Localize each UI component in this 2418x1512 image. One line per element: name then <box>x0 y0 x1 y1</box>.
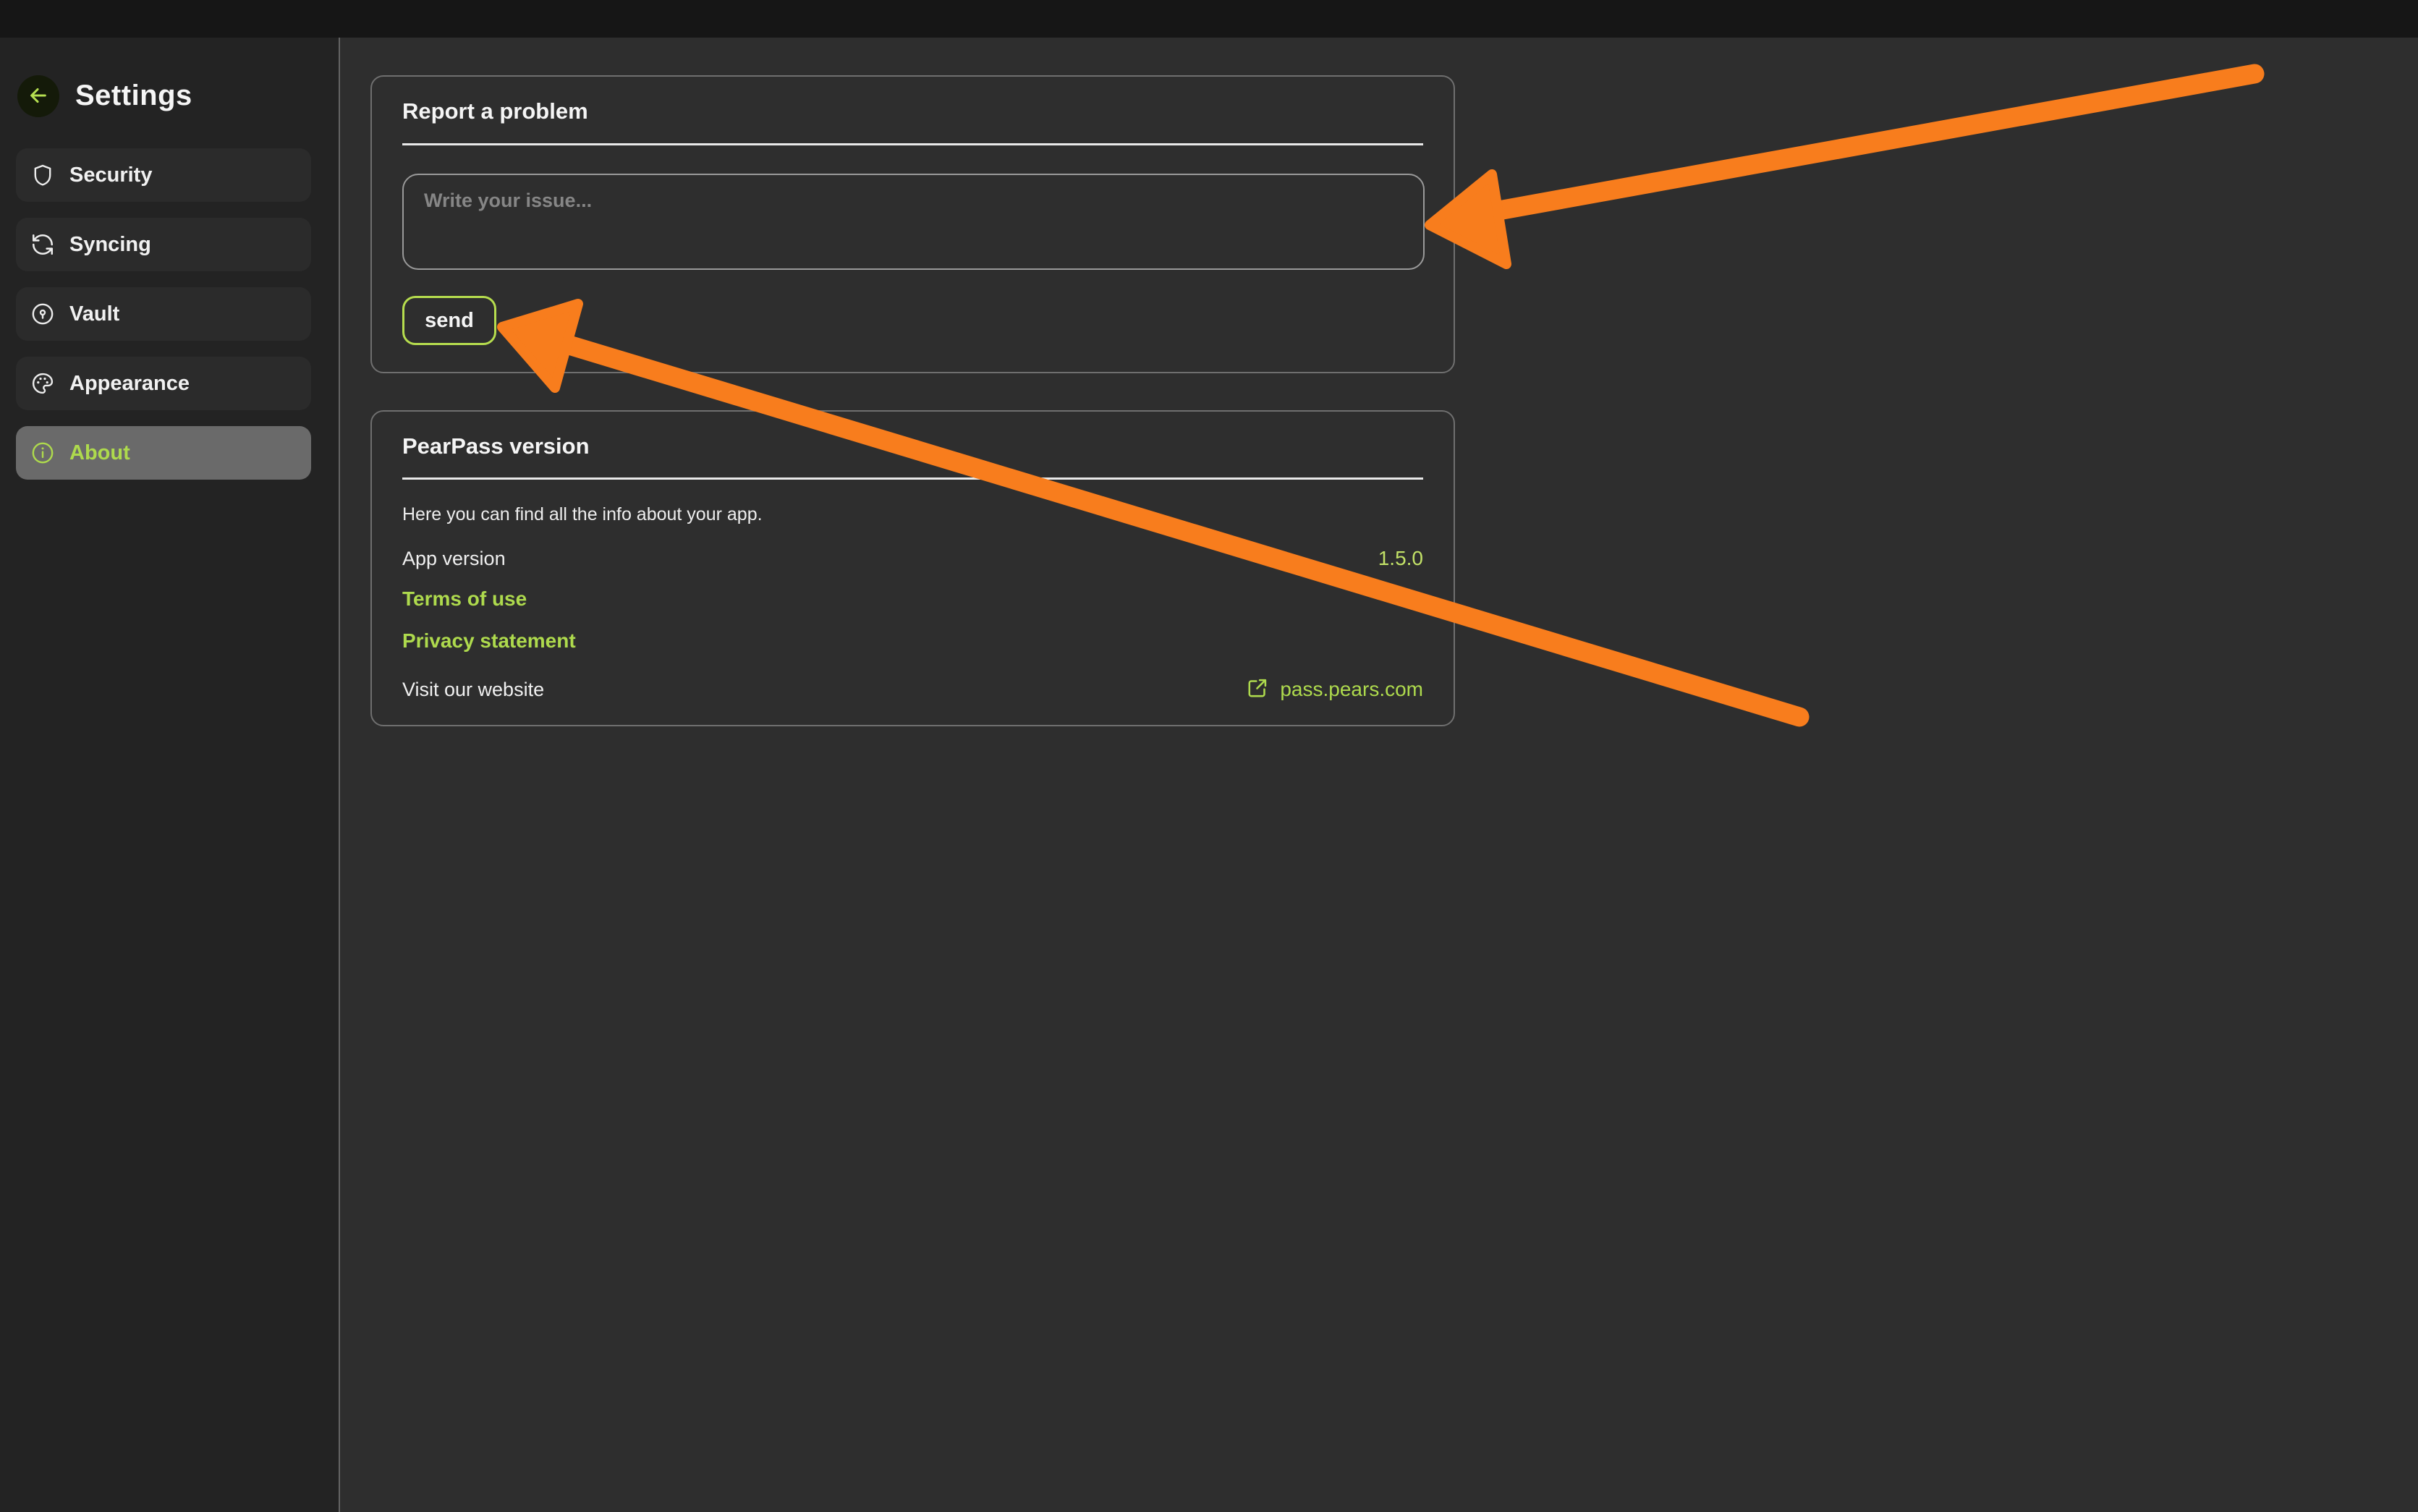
app-version-label: App version <box>402 548 506 570</box>
pearpass-settings-window: Settings Security Syncing <box>0 0 2418 1512</box>
arrow-left-icon <box>27 84 50 109</box>
vault-key-icon <box>30 302 55 326</box>
page-title: Settings <box>75 78 192 113</box>
app-version-value: 1.5.0 <box>1378 547 1423 570</box>
sidebar-item-vault[interactable]: Vault <box>16 287 311 341</box>
divider <box>402 143 1423 145</box>
settings-sidebar: Settings Security Syncing <box>0 38 340 1512</box>
sidebar-item-label: Syncing <box>69 233 151 257</box>
back-button[interactable] <box>17 75 59 117</box>
sidebar-item-label: Security <box>69 163 152 187</box>
sidebar-item-about[interactable]: About <box>16 426 311 480</box>
sidebar-item-label: Vault <box>69 302 119 326</box>
version-card-title: PearPass version <box>402 433 590 459</box>
settings-content: Report a problem send PearPass version H… <box>342 38 2418 1512</box>
sync-icon <box>30 232 55 257</box>
website-link[interactable]: pass.pears.com <box>1245 676 1423 704</box>
website-url: pass.pears.com <box>1280 678 1423 701</box>
external-link-icon <box>1245 676 1270 704</box>
window-titlebar <box>0 0 2418 38</box>
info-icon <box>30 441 55 465</box>
sidebar-item-label: About <box>69 441 130 465</box>
version-card: PearPass version Here you can find all t… <box>370 410 1455 726</box>
website-label: Visit our website <box>402 679 544 701</box>
app-version-row: App version 1.5.0 <box>402 545 1423 572</box>
settings-nav: Security Syncing <box>16 148 311 496</box>
report-problem-card: Report a problem send <box>370 75 1455 373</box>
send-button[interactable]: send <box>402 296 496 345</box>
issue-textarea[interactable] <box>402 174 1425 270</box>
version-card-description: Here you can find all the info about you… <box>402 504 763 525</box>
sidebar-item-syncing[interactable]: Syncing <box>16 218 311 271</box>
privacy-statement-link[interactable]: Privacy statement <box>402 629 576 653</box>
report-card-title: Report a problem <box>402 98 588 124</box>
sidebar-item-appearance[interactable]: Appearance <box>16 357 311 410</box>
shield-icon <box>30 163 55 187</box>
terms-of-use-link[interactable]: Terms of use <box>402 587 527 611</box>
palette-icon <box>30 371 55 396</box>
website-row: Visit our website pass.pears.com <box>402 675 1423 704</box>
sidebar-item-security[interactable]: Security <box>16 148 311 202</box>
sidebar-item-label: Appearance <box>69 372 190 396</box>
divider <box>402 477 1423 480</box>
